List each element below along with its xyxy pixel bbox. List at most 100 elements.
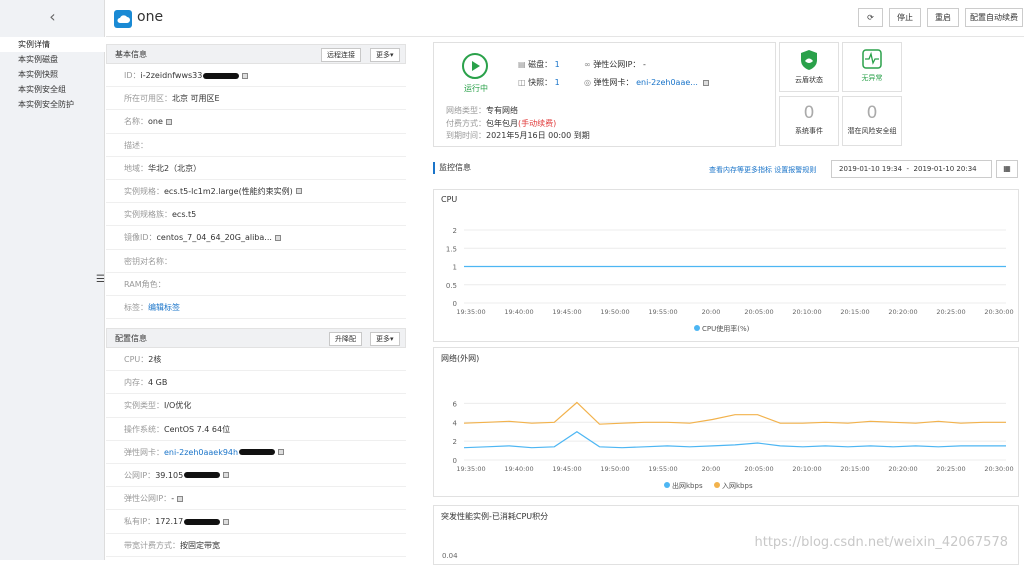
- time-range-input[interactable]: 2019-01-10 19:34 - 2019-01-10 20:34: [831, 160, 992, 178]
- basic-row: 地域：华北2（北京）: [106, 157, 406, 180]
- snapshot-count[interactable]: 1: [555, 78, 560, 87]
- monitor-title: 监控信息: [433, 162, 471, 174]
- legend-dot: [664, 482, 670, 488]
- x-tick-label: 20:05:00: [744, 465, 773, 473]
- field-value: ecs.t5: [172, 210, 196, 219]
- back-arrow-icon[interactable]: ‹: [40, 6, 65, 28]
- copy-icon[interactable]: [275, 235, 281, 241]
- y-tick-label: 6: [453, 400, 458, 408]
- shield-status-tile[interactable]: 云盾状态: [779, 42, 839, 92]
- field-label: 弹性公网IP：: [124, 494, 171, 503]
- alarm-rules-link[interactable]: 设置报警规则: [774, 166, 816, 174]
- refresh-button[interactable]: ⟳: [858, 8, 883, 27]
- copy-icon[interactable]: [223, 519, 229, 525]
- disk-icon: ▤: [518, 60, 526, 69]
- field-value: 华北2（北京）: [148, 164, 201, 173]
- field-value: ecs.t5-lc1m2.large: [164, 187, 239, 196]
- copy-icon[interactable]: [278, 449, 284, 455]
- y-tick-label: 2: [453, 227, 457, 235]
- copy-icon[interactable]: [166, 119, 172, 125]
- risk-label: 潜在风险安全组: [843, 126, 901, 136]
- basic-row: 实例规格：ecs.t5-lc1m2.large(性能约束实例): [106, 180, 406, 203]
- y-tick-label: 0: [453, 300, 457, 308]
- config-info-panel: 配置信息 升降配 更多▾ CPU：2核内存：4 GB实例类型：I/O优化操作系统…: [106, 328, 406, 560]
- burst-y-tick: 0.04: [442, 552, 458, 560]
- x-tick-label: 19:35:00: [456, 308, 485, 316]
- sidebar-item-security-group[interactable]: 本实例安全组: [0, 82, 105, 97]
- disk-count[interactable]: 1: [555, 60, 560, 69]
- x-tick-label: 20:10:00: [792, 465, 821, 473]
- x-tick-label: 20:20:00: [888, 465, 917, 473]
- field-label: 操作系统：: [124, 425, 164, 434]
- y-tick-label: 1: [453, 264, 457, 272]
- more-metrics-link[interactable]: 查看内存等更多指标: [709, 166, 772, 174]
- basic-row: 密钥对名称：: [106, 250, 406, 273]
- basic-more-button[interactable]: 更多▾: [370, 48, 400, 62]
- field-label: 镜像ID：: [124, 233, 157, 242]
- eip-label: 弹性公网IP：: [593, 60, 640, 69]
- resize-button[interactable]: 升降配: [329, 332, 362, 346]
- net-type-label: 网络类型：: [446, 106, 486, 115]
- system-events-label: 系统事件: [780, 126, 838, 136]
- running-status: 运行中: [464, 83, 488, 94]
- restart-button[interactable]: 重启: [927, 8, 959, 27]
- config-row: 实例类型：I/O优化: [106, 394, 406, 417]
- range-separator: -: [907, 165, 910, 173]
- field-value: i-2zeidnfwws33: [141, 71, 203, 80]
- auto-renew-button[interactable]: 配置自动续费: [965, 8, 1023, 27]
- x-tick-label: 19:40:00: [504, 308, 533, 316]
- field-label: 私有IP：: [124, 517, 155, 526]
- sidebar-item-security-protect[interactable]: 本实例安全防护: [0, 97, 105, 112]
- eip-info: ∞ 弹性公网IP： -: [584, 59, 646, 70]
- copy-icon[interactable]: [242, 73, 248, 79]
- calendar-icon[interactable]: ▦: [996, 160, 1018, 178]
- field-value[interactable]: eni-2zeh0aaek94h: [164, 448, 238, 457]
- config-row: 私有IP：172.17: [106, 510, 406, 533]
- field-value[interactable]: 编辑标签: [148, 303, 180, 312]
- snapshot-info: ◫ 快照： 1: [518, 77, 560, 88]
- collapse-menu-icon[interactable]: ☰: [96, 274, 105, 285]
- redacted-mark: [239, 449, 275, 455]
- x-tick-label: 19:40:00: [504, 465, 533, 473]
- copy-icon[interactable]: [296, 188, 302, 194]
- health-tile[interactable]: 无异常: [842, 42, 902, 92]
- network-icon: ◎: [584, 78, 591, 87]
- instance-status-box: 运行中 ▤ 磁盘： 1 ◫ 快照： 1 ∞ 弹性公网IP： - ◎ 弹性网卡： …: [433, 42, 776, 147]
- eni-info: ◎ 弹性网卡： eni-2zeh0aae...: [584, 77, 709, 88]
- stop-button[interactable]: 停止: [889, 8, 921, 27]
- basic-info-header: 基本信息 远程连接 更多▾: [106, 44, 406, 64]
- copy-icon[interactable]: [703, 80, 709, 86]
- legend-label: CPU使用率(%): [702, 324, 750, 333]
- system-events-tile[interactable]: 0 系统事件: [779, 96, 839, 146]
- heartbeat-icon: [862, 49, 882, 69]
- field-label: 实例规格：: [124, 187, 164, 196]
- eni-value[interactable]: eni-2zeh0aae...: [636, 78, 698, 87]
- copy-icon[interactable]: [223, 472, 229, 478]
- basic-row: RAM角色：: [106, 273, 406, 296]
- sidebar-nav: 实例详情 本实例磁盘 本实例快照 本实例安全组 本实例安全防护: [0, 37, 105, 112]
- field-label: 描述：: [124, 141, 148, 150]
- copy-icon[interactable]: [177, 496, 183, 502]
- system-events-count: 0: [780, 103, 838, 123]
- risk-tile[interactable]: 0 潜在风险安全组: [842, 96, 902, 146]
- field-label: 实例类型：: [124, 401, 164, 410]
- sidebar-item-snapshots[interactable]: 本实例快照: [0, 67, 105, 82]
- config-more-button[interactable]: 更多▾: [370, 332, 400, 346]
- shield-icon: [799, 49, 819, 71]
- disk-label: 磁盘：: [528, 60, 552, 69]
- snapshot-label: 快照：: [528, 78, 552, 87]
- risk-count: 0: [843, 103, 901, 123]
- page-header: one ⟳ 停止 重启 配置自动续费: [106, 0, 1024, 37]
- range-start: 2019-01-10 19:34: [839, 165, 902, 173]
- remote-connect-button[interactable]: 远程连接: [321, 48, 361, 62]
- page-title: one: [137, 9, 163, 25]
- sidebar-item-disks[interactable]: 本实例磁盘: [0, 52, 105, 67]
- field-value: CentOS 7.4 64位: [164, 425, 230, 434]
- field-label: 带宽计费方式：: [124, 541, 180, 550]
- basic-row: 标签：编辑标签: [106, 296, 406, 319]
- basic-row: 所在可用区：北京 可用区E: [106, 87, 406, 110]
- field-label: 内存：: [124, 378, 148, 387]
- basic-row: 实例规格族：ecs.t5: [106, 203, 406, 226]
- sidebar-item-instance-detail[interactable]: 实例详情: [0, 37, 105, 52]
- field-label: 所在可用区：: [124, 94, 172, 103]
